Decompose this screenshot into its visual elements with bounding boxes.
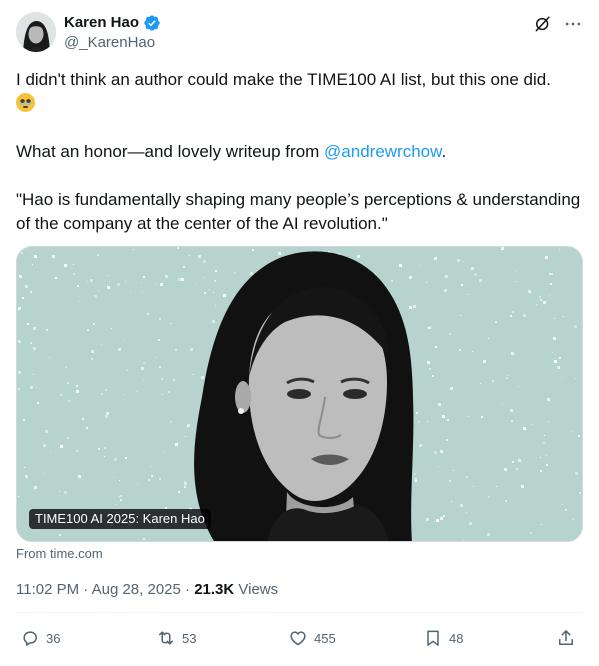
tweet-text: I didn't think an author could make the … bbox=[16, 68, 583, 236]
tweet-time[interactable]: 11:02 PM bbox=[16, 581, 79, 598]
bookmark-count: 48 bbox=[449, 630, 464, 646]
tweet-meta: 11:02 PM · Aug 28, 2025 · 21.3K Views bbox=[16, 580, 278, 600]
views-label: Views bbox=[234, 581, 279, 598]
author-name[interactable]: Karen Hao bbox=[64, 13, 139, 33]
like-button[interactable]: 455 bbox=[288, 628, 336, 648]
repost-count: 53 bbox=[182, 630, 197, 646]
tweet-line-1: I didn't think an author could make the … bbox=[16, 68, 583, 116]
bookmark-button[interactable]: 48 bbox=[423, 628, 463, 648]
reply-count: 36 bbox=[46, 630, 61, 646]
action-bar: 36 53 455 48 bbox=[16, 628, 583, 656]
tweet-line-2: What an honor—and lovely writeup from @a… bbox=[16, 140, 583, 164]
tweet-line-2-suffix: . bbox=[441, 142, 447, 161]
mention-link[interactable]: @andrewrchow bbox=[324, 142, 441, 161]
tweet-line-2-text: What an honor—and lovely writeup from bbox=[16, 142, 325, 161]
avatar-image bbox=[16, 12, 56, 52]
tweet-quote: "Hao is fundamentally shaping many peopl… bbox=[16, 190, 581, 233]
meta-separator: · bbox=[180, 581, 195, 598]
card-image bbox=[17, 247, 582, 541]
grok-icon[interactable] bbox=[533, 14, 553, 39]
like-count: 455 bbox=[314, 630, 336, 646]
pleading-face-emoji-icon bbox=[16, 93, 35, 112]
bookmark-icon bbox=[427, 630, 439, 646]
avatar[interactable] bbox=[16, 12, 56, 52]
repost-button[interactable]: 53 bbox=[156, 628, 196, 648]
views-count: 21.3K bbox=[194, 581, 235, 598]
heart-icon bbox=[290, 631, 306, 646]
reply-button[interactable]: 36 bbox=[20, 628, 60, 648]
share-button[interactable] bbox=[556, 628, 576, 648]
divider bbox=[16, 612, 583, 613]
more-icon[interactable] bbox=[563, 14, 583, 39]
meta-separator: · bbox=[79, 581, 92, 598]
verified-badge-icon[interactable] bbox=[143, 14, 161, 32]
share-icon bbox=[559, 630, 573, 645]
reply-icon bbox=[23, 631, 37, 646]
card-source[interactable]: From time.com bbox=[16, 546, 103, 562]
tweet-date[interactable]: Aug 28, 2025 bbox=[92, 581, 181, 598]
author-handle[interactable]: @_KarenHao bbox=[64, 33, 161, 53]
repost-icon bbox=[159, 631, 173, 645]
tweet-header: Karen Hao @_KarenHao bbox=[16, 12, 583, 54]
tweet-line-1-text: I didn't think an author could make the … bbox=[16, 70, 551, 89]
link-card[interactable]: TIME100 AI 2025: Karen Hao bbox=[16, 246, 583, 542]
card-title: TIME100 AI 2025: Karen Hao bbox=[29, 509, 211, 529]
